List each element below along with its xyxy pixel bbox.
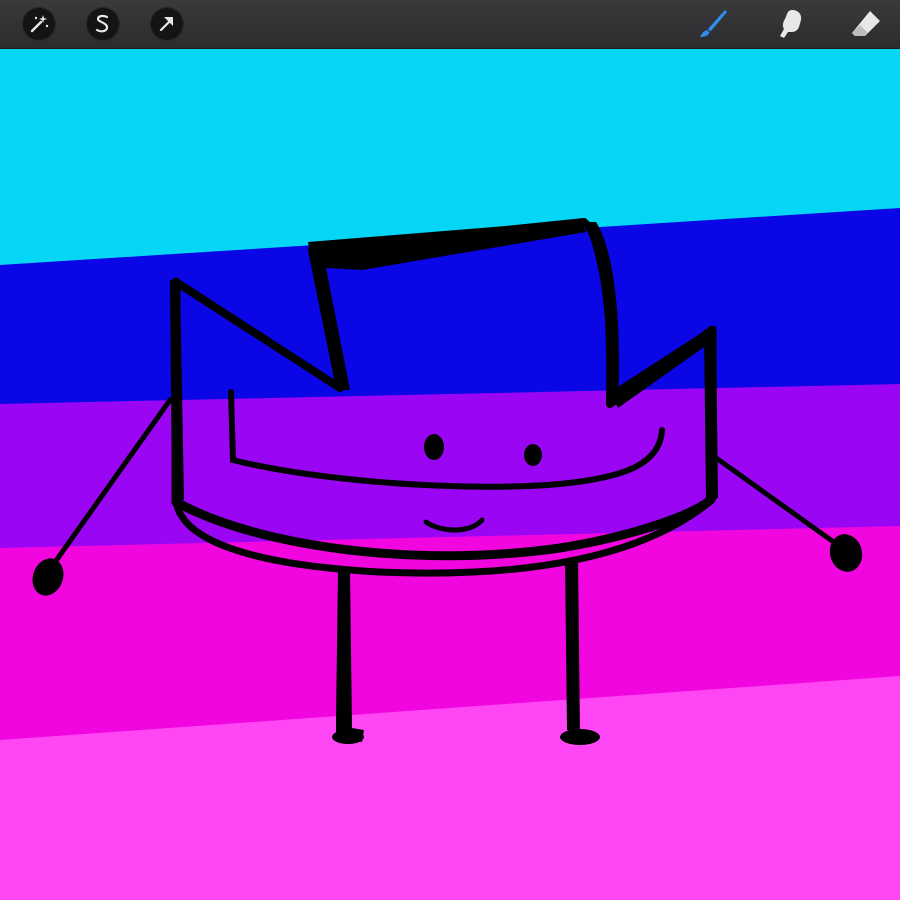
brush-button[interactable]: [694, 6, 730, 42]
left-eye: [424, 434, 444, 460]
eraser-button[interactable]: [848, 6, 884, 42]
smudge-button[interactable]: [772, 6, 808, 42]
procreate-app: [0, 0, 900, 900]
transform-button[interactable]: [150, 7, 184, 41]
brush-icon: [700, 10, 727, 37]
selection-button[interactable]: [86, 7, 120, 41]
drawing-canvas[interactable]: [0, 48, 900, 900]
arrow-cursor-icon: [159, 17, 173, 32]
selection-s-icon: [95, 14, 109, 33]
eraser-icon: [852, 11, 880, 36]
magic-wand-icon: [30, 15, 49, 33]
top-toolbar: [0, 0, 900, 49]
right-eye: [524, 444, 542, 466]
smudge-finger-icon: [780, 10, 802, 38]
crown-character-artwork: [0, 48, 900, 900]
adjustments-button[interactable]: [22, 7, 56, 41]
